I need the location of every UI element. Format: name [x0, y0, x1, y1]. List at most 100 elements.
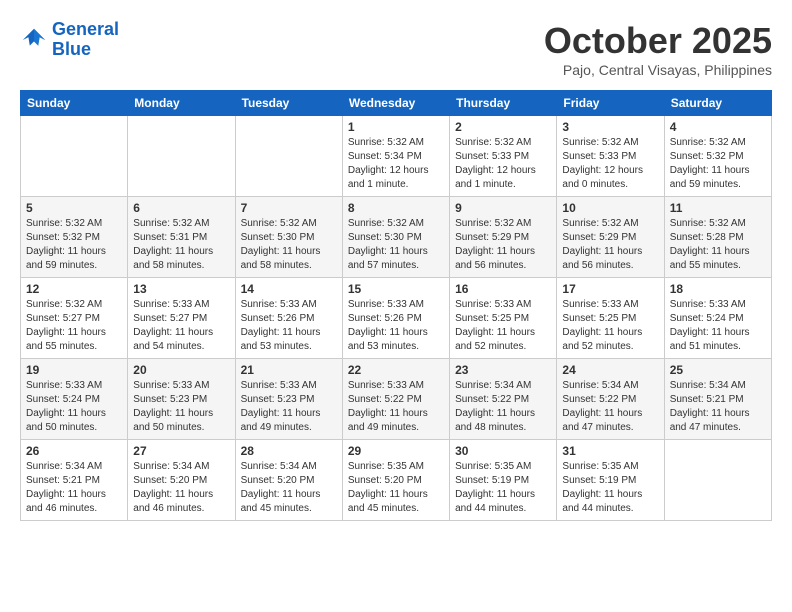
calendar-cell: 10 Sunrise: 5:32 AM Sunset: 5:29 PM Dayli…: [557, 197, 664, 278]
calendar-cell: [21, 116, 128, 197]
day-info: Sunrise: 5:32 AM Sunset: 5:27 PM Dayligh…: [26, 298, 122, 354]
day-info: Sunrise: 5:32 AM Sunset: 5:29 PM Dayligh…: [562, 217, 658, 273]
calendar-cell: 18Sunrise: 5:33 AM Sunset: 5:24 PM Dayli…: [664, 278, 771, 359]
day-number: 23: [455, 363, 551, 377]
calendar-week-row: 19 Sunrise: 5:33 AM Sunset: 5:24 PM Dayli…: [21, 359, 772, 440]
day-number: 15: [348, 282, 444, 296]
day-number: 18: [670, 282, 766, 296]
calendar-week-row: 1 Sunrise: 5:32 AM Sunset: 5:34 PM Daylig…: [21, 116, 772, 197]
day-number: 12: [26, 282, 122, 296]
day-info: Sunrise: 5:32 AM Sunset: 5:30 PM Dayligh…: [348, 217, 444, 273]
weekday-header-cell: Friday: [557, 91, 664, 116]
day-number: 5: [26, 201, 122, 215]
day-number: 20: [133, 363, 229, 377]
calendar-week-row: 26 Sunrise: 5:34 AM Sunset: 5:21 PM Dayli…: [21, 440, 772, 521]
calendar-cell: [128, 116, 235, 197]
calendar-cell: 12 Sunrise: 5:32 AM Sunset: 5:27 PM Dayli…: [21, 278, 128, 359]
day-number: 2: [455, 120, 551, 134]
calendar-week-row: 12 Sunrise: 5:32 AM Sunset: 5:27 PM Dayli…: [21, 278, 772, 359]
header: General Blue October 2025 Pajo, Central …: [20, 20, 772, 78]
day-number: 19: [26, 363, 122, 377]
day-info: Sunrise: 5:32 AM Sunset: 5:32 PM Dayligh…: [670, 136, 766, 192]
calendar-cell: 16Sunrise: 5:33 AM Sunset: 5:25 PM Dayli…: [450, 278, 557, 359]
day-info: Sunrise: 5:33 AM Sunset: 5:26 PM Dayligh…: [241, 298, 337, 354]
day-info: Sunrise: 5:34 AM Sunset: 5:22 PM Dayligh…: [455, 379, 551, 435]
day-info: Sunrise: 5:32 AM Sunset: 5:30 PM Dayligh…: [241, 217, 337, 273]
calendar-cell: 30 Sunrise: 5:35 AM Sunset: 5:19 PM Dayli…: [450, 440, 557, 521]
day-info: Sunrise: 5:33 AM Sunset: 5:24 PM Dayligh…: [26, 379, 122, 435]
calendar-table: SundayMondayTuesdayWednesdayThursdayFrid…: [20, 90, 772, 521]
calendar-cell: 8 Sunrise: 5:32 AM Sunset: 5:30 PM Daylig…: [342, 197, 449, 278]
logo-icon: [20, 26, 48, 54]
calendar-cell: 24Sunrise: 5:34 AM Sunset: 5:22 PM Dayli…: [557, 359, 664, 440]
calendar-cell: 15 Sunrise: 5:33 AM Sunset: 5:26 PM Dayli…: [342, 278, 449, 359]
day-info: Sunrise: 5:34 AM Sunset: 5:20 PM Dayligh…: [133, 460, 229, 516]
day-info: Sunrise: 5:32 AM Sunset: 5:28 PM Dayligh…: [670, 217, 766, 273]
day-info: Sunrise: 5:32 AM Sunset: 5:33 PM Dayligh…: [562, 136, 658, 192]
day-number: 3: [562, 120, 658, 134]
weekday-header-row: SundayMondayTuesdayWednesdayThursdayFrid…: [21, 91, 772, 116]
weekday-header-cell: Saturday: [664, 91, 771, 116]
calendar-cell: 29 Sunrise: 5:35 AM Sunset: 5:20 PM Dayli…: [342, 440, 449, 521]
calendar-cell: 31Sunrise: 5:35 AM Sunset: 5:19 PM Dayli…: [557, 440, 664, 521]
calendar-cell: 11 Sunrise: 5:32 AM Sunset: 5:28 PM Dayli…: [664, 197, 771, 278]
day-info: Sunrise: 5:32 AM Sunset: 5:33 PM Dayligh…: [455, 136, 551, 192]
day-number: 30: [455, 444, 551, 458]
day-number: 29: [348, 444, 444, 458]
day-info: Sunrise: 5:33 AM Sunset: 5:26 PM Dayligh…: [348, 298, 444, 354]
day-info: Sunrise: 5:35 AM Sunset: 5:19 PM Dayligh…: [455, 460, 551, 516]
day-info: Sunrise: 5:34 AM Sunset: 5:22 PM Dayligh…: [562, 379, 658, 435]
page: General Blue October 2025 Pajo, Central …: [0, 0, 792, 531]
day-info: Sunrise: 5:33 AM Sunset: 5:27 PM Dayligh…: [133, 298, 229, 354]
calendar-cell: [664, 440, 771, 521]
calendar-cell: 9 Sunrise: 5:32 AM Sunset: 5:29 PM Daylig…: [450, 197, 557, 278]
calendar-cell: 25Sunrise: 5:34 AM Sunset: 5:21 PM Dayli…: [664, 359, 771, 440]
calendar-cell: 19 Sunrise: 5:33 AM Sunset: 5:24 PM Dayli…: [21, 359, 128, 440]
logo-text: General Blue: [52, 20, 119, 60]
calendar-cell: 20 Sunrise: 5:33 AM Sunset: 5:23 PM Dayli…: [128, 359, 235, 440]
day-number: 26: [26, 444, 122, 458]
day-info: Sunrise: 5:32 AM Sunset: 5:31 PM Dayligh…: [133, 217, 229, 273]
calendar-cell: 4 Sunrise: 5:32 AM Sunset: 5:32 PM Daylig…: [664, 116, 771, 197]
day-number: 8: [348, 201, 444, 215]
calendar-week-row: 5 Sunrise: 5:32 AM Sunset: 5:32 PM Daylig…: [21, 197, 772, 278]
calendar-cell: 3 Sunrise: 5:32 AM Sunset: 5:33 PM Daylig…: [557, 116, 664, 197]
calendar-cell: 23 Sunrise: 5:34 AM Sunset: 5:22 PM Dayli…: [450, 359, 557, 440]
day-number: 4: [670, 120, 766, 134]
day-info: Sunrise: 5:33 AM Sunset: 5:25 PM Dayligh…: [562, 298, 658, 354]
day-number: 11: [670, 201, 766, 215]
day-number: 6: [133, 201, 229, 215]
weekday-header-cell: Monday: [128, 91, 235, 116]
weekday-header-cell: Tuesday: [235, 91, 342, 116]
day-info: Sunrise: 5:33 AM Sunset: 5:23 PM Dayligh…: [241, 379, 337, 435]
day-info: Sunrise: 5:35 AM Sunset: 5:20 PM Dayligh…: [348, 460, 444, 516]
calendar-cell: 17 Sunrise: 5:33 AM Sunset: 5:25 PM Dayli…: [557, 278, 664, 359]
calendar-cell: [235, 116, 342, 197]
logo: General Blue: [20, 20, 119, 60]
day-number: 1: [348, 120, 444, 134]
day-number: 17: [562, 282, 658, 296]
day-info: Sunrise: 5:32 AM Sunset: 5:29 PM Dayligh…: [455, 217, 551, 273]
calendar-cell: 5 Sunrise: 5:32 AM Sunset: 5:32 PM Daylig…: [21, 197, 128, 278]
calendar-cell: 2 Sunrise: 5:32 AM Sunset: 5:33 PM Daylig…: [450, 116, 557, 197]
day-number: 9: [455, 201, 551, 215]
weekday-header-cell: Thursday: [450, 91, 557, 116]
calendar-cell: 13 Sunrise: 5:33 AM Sunset: 5:27 PM Dayli…: [128, 278, 235, 359]
day-info: Sunrise: 5:34 AM Sunset: 5:21 PM Dayligh…: [26, 460, 122, 516]
weekday-header-cell: Wednesday: [342, 91, 449, 116]
day-number: 13: [133, 282, 229, 296]
day-info: Sunrise: 5:32 AM Sunset: 5:34 PM Dayligh…: [348, 136, 444, 192]
calendar-cell: 28Sunrise: 5:34 AM Sunset: 5:20 PM Dayli…: [235, 440, 342, 521]
day-number: 31: [562, 444, 658, 458]
month-title: October 2025: [544, 20, 772, 62]
day-info: Sunrise: 5:34 AM Sunset: 5:20 PM Dayligh…: [241, 460, 337, 516]
day-info: Sunrise: 5:32 AM Sunset: 5:32 PM Dayligh…: [26, 217, 122, 273]
day-number: 27: [133, 444, 229, 458]
day-number: 10: [562, 201, 658, 215]
day-info: Sunrise: 5:33 AM Sunset: 5:25 PM Dayligh…: [455, 298, 551, 354]
day-info: Sunrise: 5:33 AM Sunset: 5:23 PM Dayligh…: [133, 379, 229, 435]
day-info: Sunrise: 5:34 AM Sunset: 5:21 PM Dayligh…: [670, 379, 766, 435]
calendar-cell: 21Sunrise: 5:33 AM Sunset: 5:23 PM Dayli…: [235, 359, 342, 440]
calendar-cell: 27 Sunrise: 5:34 AM Sunset: 5:20 PM Dayli…: [128, 440, 235, 521]
day-number: 22: [348, 363, 444, 377]
